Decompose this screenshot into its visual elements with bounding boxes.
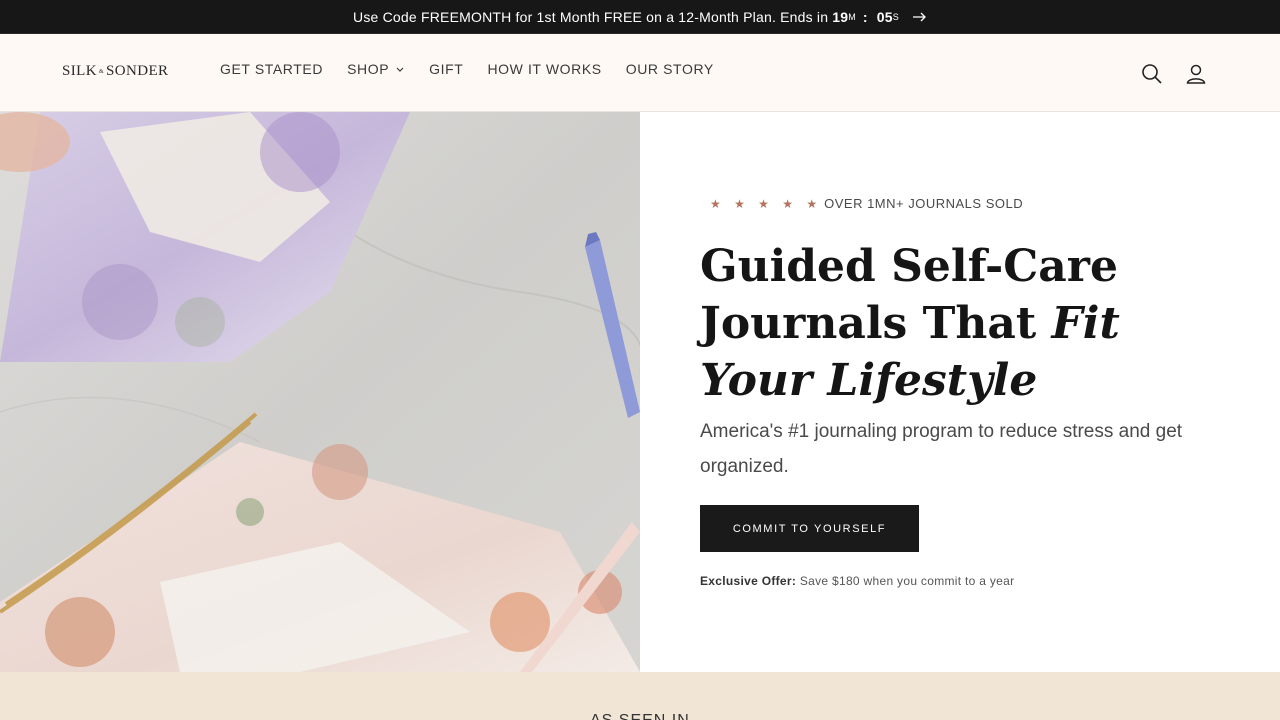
hero-subheadline: America's #1 journaling program to reduc…	[700, 421, 1183, 477]
hero-image	[0, 112, 640, 672]
announcement-bar[interactable]: Use Code FREEMONTH for 1st Month FREE on…	[0, 0, 1280, 34]
countdown-minutes-unit: M	[848, 11, 856, 22]
exclusive-offer: Exclusive Offer: Save $180 when you comm…	[700, 574, 1014, 588]
main-nav: GET STARTED SHOP GIFT HOW IT WORKS OUR S…	[220, 61, 738, 77]
logo-ampersand: &	[98, 68, 105, 75]
countdown-seconds: 05	[876, 8, 893, 25]
nav-label: GET STARTED	[220, 61, 324, 77]
nav-label: OUR STORY	[625, 61, 714, 77]
site-header: SILK & SONDER GET STARTED SHOP GIFT HOW …	[0, 34, 1280, 112]
nav-label: SHOP	[347, 61, 390, 77]
nav-get-started[interactable]: GET STARTED	[220, 61, 323, 77]
logo-right: SONDER	[106, 63, 169, 79]
nav-label: HOW IT WORKS	[487, 61, 602, 77]
nav-shop[interactable]: SHOP	[347, 61, 405, 77]
rating-text: OVER 1MN+ JOURNALS SOLD	[824, 196, 1024, 211]
commit-to-yourself-button[interactable]: COMMIT TO YOURSELF	[700, 505, 919, 552]
rating-row: ★ ★ ★ ★ ★ OVER 1MN+ JOURNALS SOLD	[710, 196, 1023, 211]
announcement-text: Use Code FREEMONTH for 1st Month FREE on…	[353, 8, 829, 25]
nav-our-story[interactable]: OUR STORY	[626, 61, 714, 77]
search-icon[interactable]	[1136, 58, 1168, 90]
nav-how-it-works[interactable]: HOW IT WORKS	[487, 61, 601, 77]
header-icons	[1124, 58, 1212, 90]
countdown-seconds-unit: S	[892, 11, 899, 22]
chevron-down-icon	[396, 67, 404, 72]
arrow-right-icon[interactable]	[912, 9, 927, 25]
logo-left: SILK	[62, 63, 97, 79]
nav-label: GIFT	[429, 61, 464, 77]
offer-text: Save $180 when you commit to a year	[799, 574, 1015, 588]
hero-headline: Guided Self-Care Journals That Fit Your …	[700, 238, 1240, 409]
as-seen-in-heading: AS SEEN IN	[590, 712, 690, 720]
star-rating-icons: ★ ★ ★ ★ ★	[710, 196, 823, 211]
countdown-separator: :	[862, 8, 868, 25]
logo[interactable]: SILK & SONDER	[62, 63, 168, 80]
offer-label: Exclusive Offer:	[700, 574, 797, 588]
countdown-minutes: 19	[832, 8, 849, 25]
account-icon[interactable]	[1180, 58, 1212, 90]
nav-gift[interactable]: GIFT	[429, 61, 463, 77]
